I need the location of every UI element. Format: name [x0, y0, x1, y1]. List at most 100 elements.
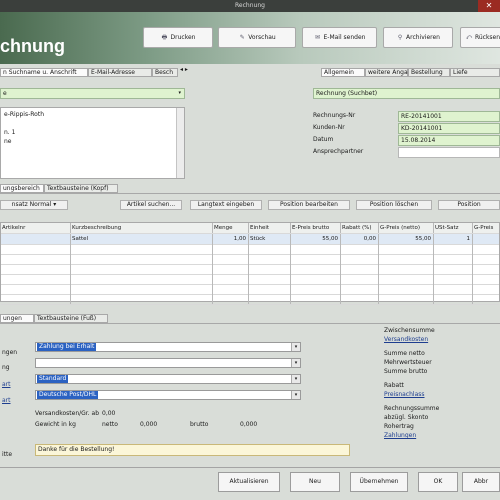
table-cell[interactable] — [291, 294, 341, 304]
toolbar-button-1[interactable]: ✎ Vorschau — [218, 27, 296, 48]
toolbar-button-0[interactable]: 🖶 Drucken — [143, 27, 213, 48]
position-button-2[interactable]: Langtext eingeben — [190, 200, 262, 210]
field-input[interactable] — [398, 147, 500, 158]
table-cell[interactable] — [379, 274, 434, 284]
table-cell[interactable] — [249, 264, 291, 274]
right-tab-2[interactable]: Bestellung — [408, 68, 450, 77]
terms-label[interactable]: art — [2, 381, 11, 388]
dialog-button-4[interactable]: Abbr — [462, 472, 500, 492]
toolbar-button-3[interactable]: ⚲ Archivieren — [383, 27, 453, 48]
table-cell[interactable] — [1, 264, 71, 274]
table-cell[interactable] — [213, 284, 249, 294]
terms-dropdown-1[interactable]: ▾ — [35, 358, 301, 368]
chevron-down-icon[interactable]: ▾ — [291, 343, 300, 351]
table-cell[interactable] — [71, 264, 213, 274]
table-row[interactable] — [1, 294, 499, 305]
table-cell[interactable] — [379, 294, 434, 304]
column-header[interactable]: G-Preis — [473, 223, 500, 233]
chevron-down-icon[interactable]: ▾ — [291, 359, 300, 367]
position-button-4[interactable]: Position löschen — [356, 200, 432, 210]
table-cell[interactable]: 1,00 — [213, 234, 249, 244]
dialog-button-3[interactable]: OK — [418, 472, 458, 492]
right-tab-0[interactable]: Allgemein — [321, 68, 365, 77]
table-cell[interactable] — [434, 274, 473, 284]
table-cell[interactable] — [434, 284, 473, 294]
table-cell[interactable] — [213, 274, 249, 284]
terms-label[interactable]: art — [2, 397, 11, 404]
table-cell[interactable] — [434, 244, 473, 254]
table-cell[interactable] — [341, 264, 379, 274]
column-header[interactable]: Artikelnr — [1, 223, 71, 233]
table-cell[interactable] — [379, 284, 434, 294]
table-cell[interactable] — [291, 274, 341, 284]
table-cell[interactable] — [71, 274, 213, 284]
table-cell[interactable] — [1, 294, 71, 304]
summary-link[interactable]: Versandkosten — [384, 336, 428, 343]
left-tab-1[interactable]: E-Mail-Adresse — [88, 68, 152, 77]
table-cell[interactable] — [291, 264, 341, 274]
bottom-tab-1[interactable]: Textbausteine (Fuß) — [34, 314, 108, 323]
table-cell[interactable] — [379, 264, 434, 274]
table-cell[interactable]: 55,00 — [379, 234, 434, 244]
table-cell[interactable]: Stück — [249, 234, 291, 244]
column-header[interactable]: Kurzbeschreibung — [71, 223, 213, 233]
dialog-button-2[interactable]: Übernehmen — [350, 472, 408, 492]
table-cell[interactable] — [341, 284, 379, 294]
table-cell[interactable]: 1 — [434, 234, 473, 244]
table-cell[interactable] — [1, 234, 71, 244]
table-cell[interactable] — [213, 254, 249, 264]
column-header[interactable]: E-Preis brutto — [291, 223, 341, 233]
table-cell[interactable] — [473, 234, 500, 244]
field-input[interactable]: RE-20141001 — [398, 111, 500, 122]
table-cell[interactable] — [71, 294, 213, 304]
position-tab-1[interactable]: Textbausteine (Kopf) — [44, 184, 118, 193]
table-cell[interactable] — [249, 244, 291, 254]
column-header[interactable]: Menge — [213, 223, 249, 233]
table-cell[interactable] — [249, 274, 291, 284]
table-cell[interactable] — [434, 294, 473, 304]
position-button-3[interactable]: Position bearbeiten — [268, 200, 350, 210]
close-icon[interactable]: ✕ — [478, 0, 500, 12]
field-input[interactable]: 15.08.2014 — [398, 135, 500, 146]
bottom-tab-0[interactable]: ungen — [0, 314, 34, 323]
remark-field[interactable]: Danke für die Bestellung! — [35, 444, 350, 456]
document-type-field[interactable]: Rechnung (Suchbet) — [313, 88, 500, 99]
right-tab-1[interactable]: weitere Angaben — [365, 68, 419, 77]
left-tab-2[interactable]: Besch — [152, 68, 178, 77]
left-tab-0[interactable]: n Suchname u. Anschrift — [0, 68, 88, 77]
tab-scroll-arrows[interactable]: ◂ ▸ — [180, 66, 188, 73]
terms-dropdown-3[interactable]: Deutsche Post/DHL ▾ — [35, 390, 301, 400]
table-cell[interactable] — [213, 244, 249, 254]
column-header[interactable]: Rabatt (%) — [341, 223, 379, 233]
table-cell[interactable] — [341, 254, 379, 264]
table-cell[interactable] — [473, 244, 500, 254]
terms-dropdown-0[interactable]: Zahlung bei Erhalt ▾ — [35, 342, 301, 352]
table-cell[interactable] — [291, 284, 341, 294]
address-scrollbar[interactable] — [176, 108, 184, 178]
table-cell[interactable]: 55,00 — [291, 234, 341, 244]
table-cell[interactable] — [379, 244, 434, 254]
toolbar-button-4[interactable]: ⤺ Rücksen — [460, 27, 500, 48]
table-cell[interactable]: 0,00 — [341, 234, 379, 244]
table-cell[interactable] — [1, 284, 71, 294]
table-cell[interactable] — [473, 274, 500, 284]
position-tab-0[interactable]: ungsbereich — [0, 184, 44, 193]
chevron-down-icon[interactable]: ▾ — [291, 391, 300, 399]
table-cell[interactable] — [291, 244, 341, 254]
table-cell[interactable] — [213, 294, 249, 304]
table-cell[interactable] — [434, 254, 473, 264]
table-cell[interactable] — [249, 254, 291, 264]
column-header[interactable]: USt-Satz — [434, 223, 473, 233]
table-cell[interactable] — [473, 264, 500, 274]
table-cell[interactable] — [249, 284, 291, 294]
table-cell[interactable] — [341, 294, 379, 304]
dialog-button-1[interactable]: Neu — [290, 472, 340, 492]
column-header[interactable]: G-Preis (netto) — [379, 223, 434, 233]
toolbar-button-2[interactable]: ✉ E-Mail senden — [302, 27, 377, 48]
terms-dropdown-2[interactable]: Standard ▾ — [35, 374, 301, 384]
table-cell[interactable] — [71, 244, 213, 254]
table-cell[interactable] — [249, 294, 291, 304]
table-cell[interactable] — [213, 264, 249, 274]
dialog-button-0[interactable]: Aktualisieren — [218, 472, 280, 492]
table-cell[interactable]: Sattel — [71, 234, 213, 244]
